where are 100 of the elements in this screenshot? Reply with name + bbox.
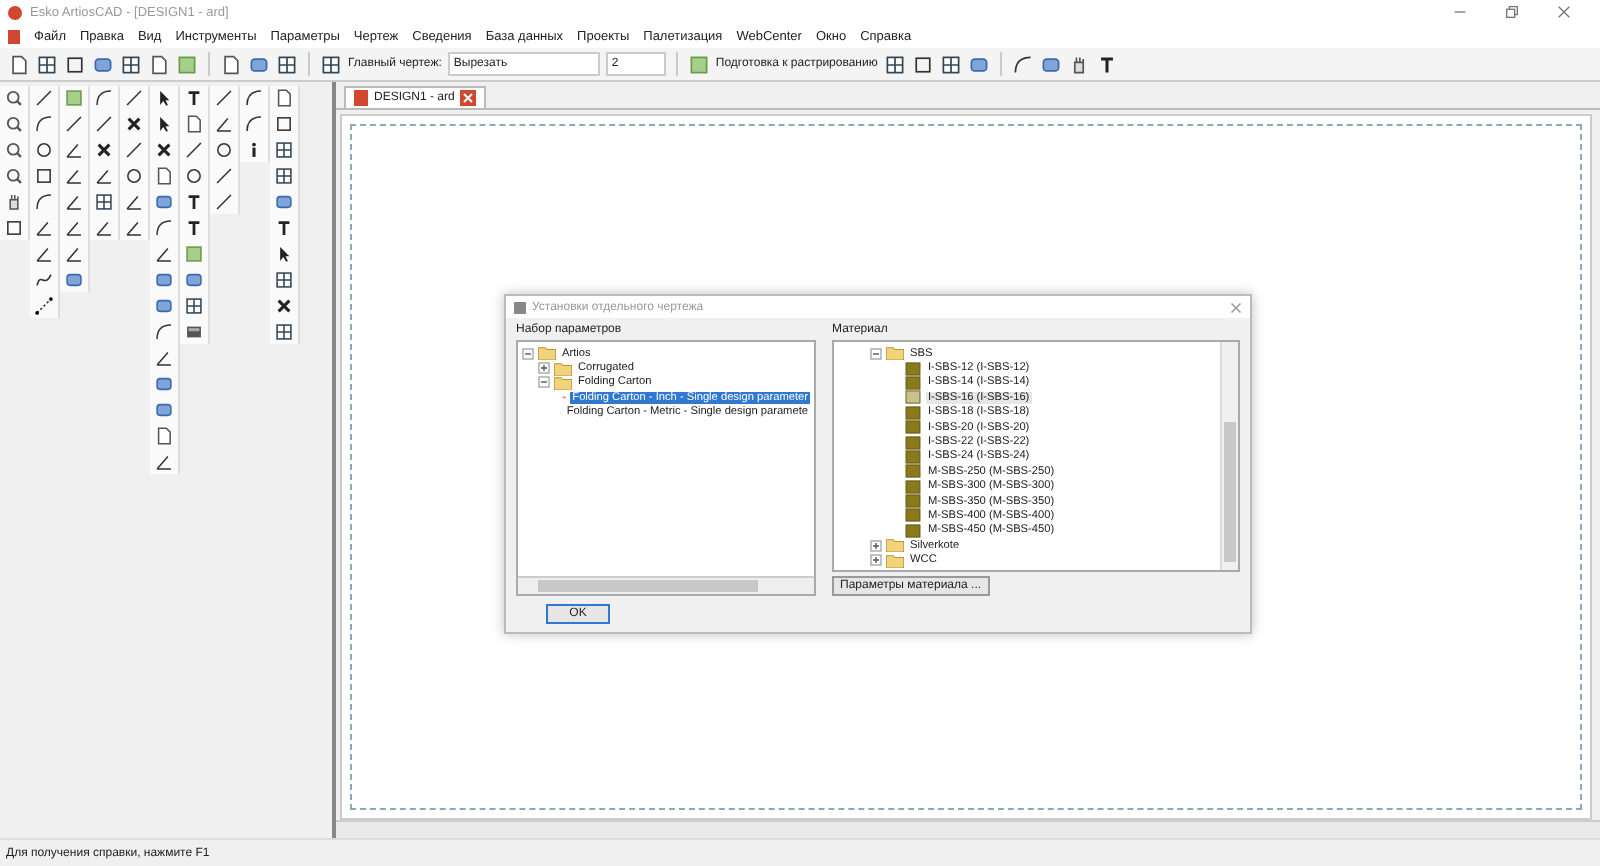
- angle-icon[interactable]: [64, 218, 84, 238]
- line-icon[interactable]: [214, 192, 234, 212]
- folder-icon: [886, 346, 904, 361]
- angle-icon[interactable]: [124, 218, 144, 238]
- document-icon[interactable]: [8, 29, 20, 43]
- cursor-icon[interactable]: [274, 244, 294, 264]
- arc-icon[interactable]: [154, 322, 174, 342]
- grid-icon[interactable]: [184, 296, 204, 316]
- restore-icon[interactable]: [1504, 4, 1520, 20]
- grid-icon[interactable]: [274, 166, 294, 186]
- cross-icon[interactable]: [154, 140, 174, 160]
- zoom-icon[interactable]: [4, 114, 24, 134]
- document-icon: [354, 90, 368, 106]
- cross-icon[interactable]: [274, 296, 294, 316]
- vertical-scrollbar[interactable]: [1220, 342, 1238, 570]
- square-icon[interactable]: [64, 53, 86, 75]
- filled-square-icon[interactable]: [687, 53, 710, 75]
- arc-icon[interactable]: [34, 114, 54, 134]
- line-icon[interactable]: [214, 166, 234, 186]
- expand-toggle-icon[interactable]: [538, 362, 550, 375]
- horizontal-scrollbar[interactable]: [336, 820, 1600, 838]
- collapse-toggle-icon[interactable]: [870, 347, 882, 360]
- rounded-rect-icon[interactable]: [154, 192, 174, 212]
- circle-icon[interactable]: [184, 166, 204, 186]
- square-icon[interactable]: [34, 166, 54, 186]
- angle-icon[interactable]: [154, 348, 174, 368]
- angle-icon[interactable]: [64, 244, 84, 264]
- dialog-icon: [514, 301, 526, 313]
- zoom-icon[interactable]: [4, 88, 24, 108]
- angle-icon[interactable]: [154, 452, 174, 472]
- circle-icon[interactable]: [34, 140, 54, 160]
- line-icon[interactable]: [124, 88, 144, 108]
- page-icon[interactable]: [274, 88, 294, 108]
- grid-icon[interactable]: [36, 53, 58, 75]
- square-icon[interactable]: [274, 114, 294, 134]
- arc-icon[interactable]: [154, 218, 174, 238]
- grid-icon[interactable]: [274, 140, 294, 160]
- circle-icon[interactable]: [124, 166, 144, 186]
- page-icon[interactable]: [154, 166, 174, 186]
- arc-icon[interactable]: [94, 88, 114, 108]
- rounded-rect-icon[interactable]: [274, 192, 294, 212]
- collapse-toggle-icon[interactable]: [522, 347, 534, 360]
- grid-icon[interactable]: [274, 270, 294, 290]
- page-icon[interactable]: [148, 53, 170, 75]
- angle-icon[interactable]: [154, 244, 174, 264]
- letter-t-icon[interactable]: [184, 192, 204, 212]
- angle-icon[interactable]: [94, 166, 114, 186]
- rounded-rect-icon[interactable]: [92, 53, 114, 75]
- page-icon[interactable]: [154, 426, 174, 446]
- angle-icon[interactable]: [64, 140, 84, 160]
- rounded-rect-icon[interactable]: [1039, 53, 1062, 75]
- angle-icon[interactable]: [94, 218, 114, 238]
- page-icon[interactable]: [220, 53, 242, 75]
- cross-icon[interactable]: [94, 140, 114, 160]
- angle-icon[interactable]: [64, 166, 84, 186]
- rounded-rect-icon[interactable]: [967, 53, 990, 75]
- rounded-rect-icon[interactable]: [248, 53, 270, 75]
- circle-icon[interactable]: [214, 140, 234, 160]
- expand-toggle-icon[interactable]: [870, 539, 882, 552]
- grid-icon[interactable]: [94, 192, 114, 212]
- rounded-rect-icon[interactable]: [64, 270, 84, 290]
- dotted-line-icon[interactable]: [34, 296, 54, 316]
- letter-t-icon[interactable]: [184, 88, 204, 108]
- line-icon[interactable]: [214, 88, 234, 108]
- cross-icon[interactable]: [124, 114, 144, 134]
- angle-icon[interactable]: [214, 114, 234, 134]
- letter-t-icon[interactable]: [184, 218, 204, 238]
- horizontal-scrollbar[interactable]: [518, 576, 814, 594]
- hand-icon[interactable]: [4, 192, 24, 212]
- square-icon[interactable]: [4, 218, 24, 238]
- line-icon[interactable]: [94, 114, 114, 134]
- zoom-icon[interactable]: [4, 166, 24, 186]
- arc-icon[interactable]: [1011, 53, 1034, 75]
- close-icon[interactable]: [1230, 301, 1242, 313]
- grid-icon[interactable]: [320, 53, 342, 75]
- close-icon[interactable]: [1556, 4, 1572, 20]
- line-icon[interactable]: [184, 140, 204, 160]
- collapse-toggle-icon[interactable]: [538, 376, 550, 389]
- grid-icon[interactable]: [939, 53, 962, 75]
- square-icon[interactable]: [911, 53, 934, 75]
- page-icon[interactable]: [184, 114, 204, 134]
- angle-icon[interactable]: [34, 218, 54, 238]
- grid-icon[interactable]: [883, 53, 906, 75]
- letter-t-icon[interactable]: [274, 218, 294, 238]
- wave-icon[interactable]: [34, 270, 54, 290]
- grid-icon[interactable]: [276, 53, 298, 75]
- page-icon[interactable]: [8, 53, 30, 75]
- angle-icon[interactable]: [124, 192, 144, 212]
- letter-t-icon[interactable]: [1095, 53, 1118, 75]
- angle-icon[interactable]: [64, 192, 84, 212]
- angle-icon[interactable]: [34, 244, 54, 264]
- arc-icon[interactable]: [34, 192, 54, 212]
- line-icon[interactable]: [124, 140, 144, 160]
- zoom-icon[interactable]: [4, 140, 24, 160]
- dark-panel-icon[interactable]: [184, 322, 204, 342]
- line-icon[interactable]: [64, 114, 84, 134]
- expand-toggle-icon[interactable]: [870, 554, 882, 567]
- grid-icon[interactable]: [120, 53, 142, 75]
- grid-icon[interactable]: [274, 322, 294, 342]
- line-icon[interactable]: [34, 88, 54, 108]
